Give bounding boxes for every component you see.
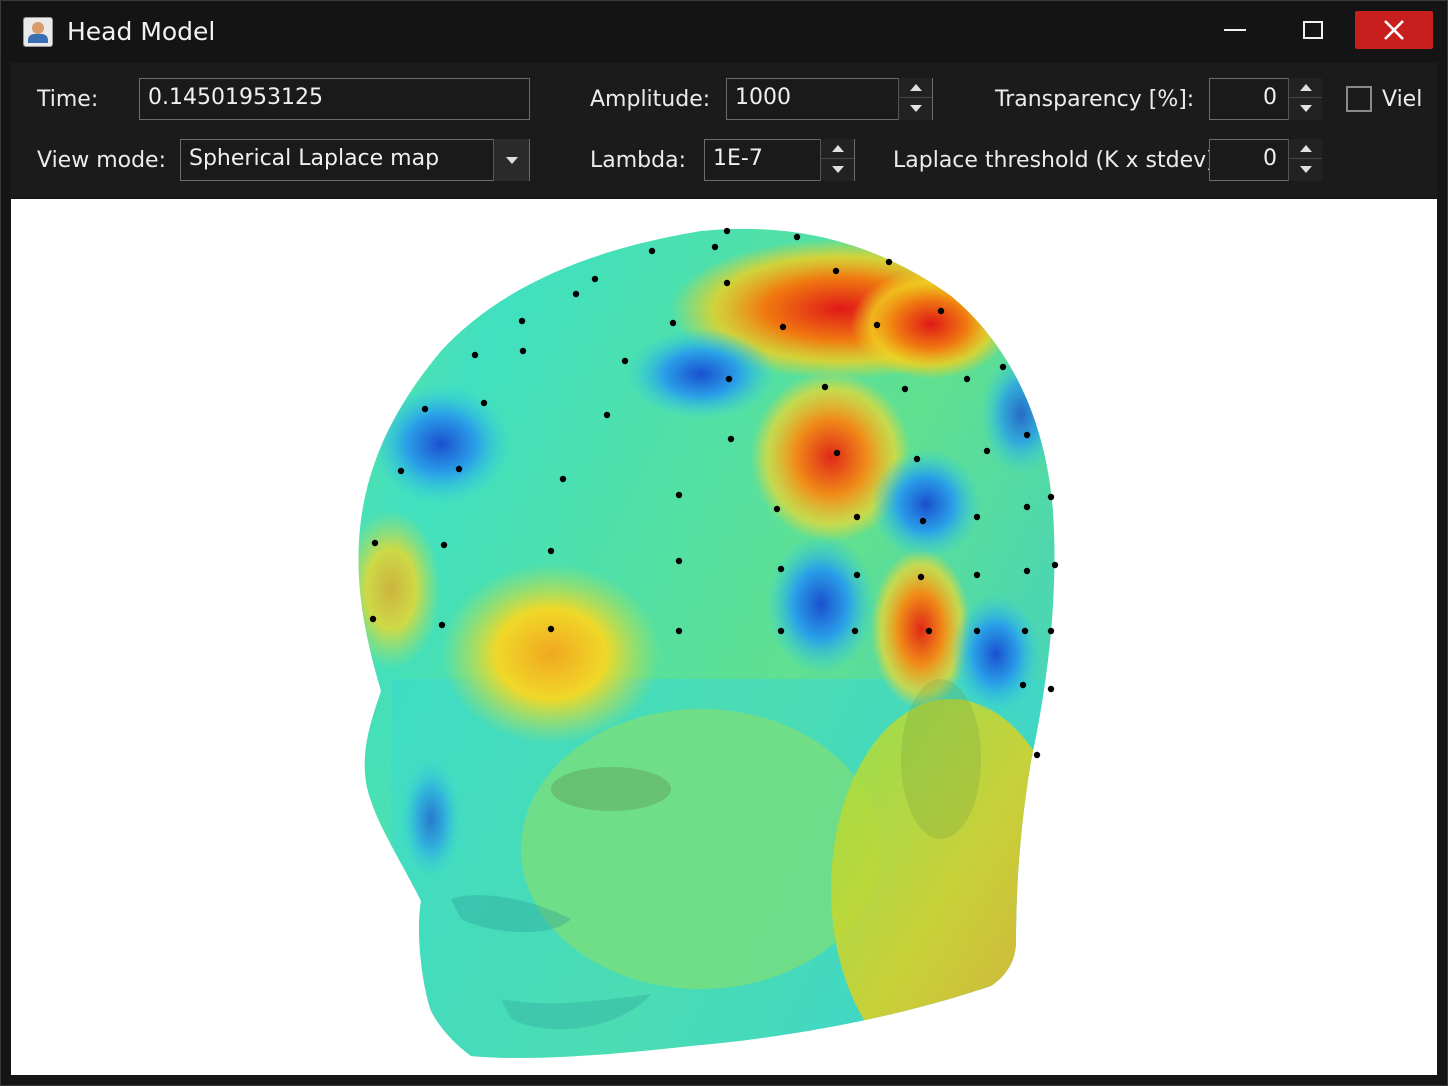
lambda-value: 1E-7 [713, 146, 763, 171]
close-icon [1384, 20, 1404, 40]
amplitude-increment-button[interactable] [899, 78, 932, 98]
laplace-threshold-increment-button[interactable] [1289, 139, 1322, 159]
chevron-up-icon [831, 145, 844, 152]
3d-head-viewport[interactable] [11, 199, 1437, 1075]
transparency-decrement-button[interactable] [1289, 98, 1322, 118]
laplace-threshold-label: Laplace threshold (K x stdev): [893, 148, 1223, 173]
transparency-label: Transparency [%]: [995, 87, 1195, 112]
transparency-increment-button[interactable] [1289, 78, 1322, 98]
lambda-label: Lambda: [590, 148, 686, 173]
chevron-down-icon [505, 156, 518, 164]
window-title: Head Model [67, 17, 216, 46]
head-model-window: Head Model Time: 0.14501953125 Amplitude… [0, 0, 1448, 1086]
minimize-button[interactable] [1205, 11, 1265, 49]
amplitude-spinner[interactable] [898, 78, 932, 120]
amplitude-label: Amplitude: [590, 87, 711, 112]
amplitude-value: 1000 [735, 85, 791, 110]
close-button[interactable] [1355, 11, 1433, 49]
lambda-increment-button[interactable] [821, 139, 854, 159]
chevron-down-icon [909, 104, 922, 112]
chevron-down-icon [1299, 165, 1312, 173]
view-mode-value: Spherical Laplace map [189, 146, 440, 171]
title-bar[interactable]: Head Model [1, 1, 1447, 61]
chevron-up-icon [909, 84, 922, 91]
transparency-spinner[interactable] [1288, 78, 1322, 120]
maximize-button[interactable] [1283, 11, 1343, 49]
app-icon[interactable] [23, 17, 53, 47]
lambda-decrement-button[interactable] [821, 159, 854, 179]
amplitude-decrement-button[interactable] [899, 98, 932, 118]
controls-panel: Time: 0.14501953125 Amplitude: 1000 Tran… [11, 63, 1437, 197]
chevron-down-icon [1299, 104, 1312, 112]
chevron-up-icon [1299, 145, 1312, 152]
laplace-threshold-value: 0 [1263, 146, 1277, 171]
time-label: Time: [37, 87, 99, 112]
lambda-spinner[interactable] [820, 139, 854, 181]
chevron-down-icon [831, 165, 844, 173]
view-mode-dropdown-button[interactable] [493, 139, 529, 181]
view-checkbox[interactable] [1346, 86, 1372, 112]
laplace-threshold-decrement-button[interactable] [1289, 159, 1322, 179]
maximize-icon [1303, 21, 1323, 39]
view-checkbox-label: Viel [1382, 87, 1423, 112]
time-field[interactable]: 0.14501953125 [139, 78, 530, 120]
view-mode-dropdown[interactable]: Spherical Laplace map [180, 139, 530, 181]
chevron-up-icon [1299, 84, 1312, 91]
head-surface [358, 228, 1055, 1058]
transparency-value: 0 [1263, 85, 1277, 110]
head-model-render[interactable] [11, 199, 1437, 1075]
laplace-threshold-spinner[interactable] [1288, 139, 1322, 181]
view-mode-label: View mode: [37, 148, 167, 173]
minimize-icon [1224, 29, 1246, 31]
